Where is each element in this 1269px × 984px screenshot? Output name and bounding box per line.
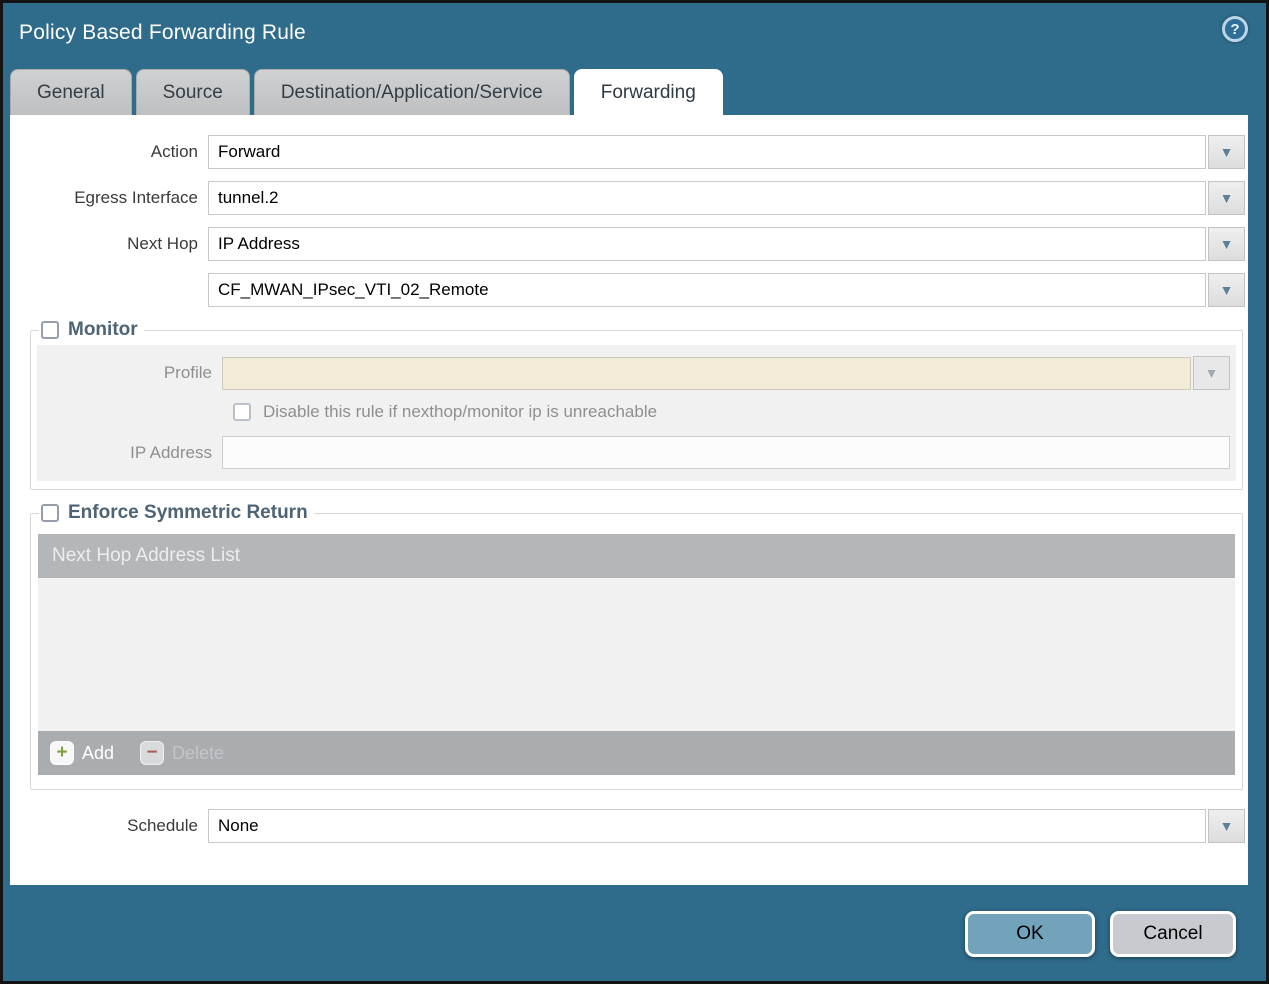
monitor-legend-label: Monitor	[68, 319, 138, 340]
enforce-symmetric-return-legend: Enforce Symmetric Return	[39, 502, 314, 524]
profile-dropdown-button: ▼	[1193, 356, 1230, 390]
monitor-ip-address-row: IP Address	[37, 436, 1230, 469]
next-hop-row: Next Hop IP Address ▼	[13, 227, 1245, 261]
action-row: Action Forward ▼	[13, 135, 1245, 169]
monitor-legend: Monitor	[39, 319, 144, 341]
add-button-label: Add	[82, 742, 115, 763]
monitor-ip-address-label: IP Address	[130, 442, 212, 462]
add-button[interactable]: + Add	[50, 741, 114, 765]
cancel-button[interactable]: Cancel	[1110, 911, 1236, 957]
disable-rule-row: Disable this rule if nexthop/monitor ip …	[233, 402, 1230, 422]
egress-interface-row: Egress Interface tunnel.2 ▼	[13, 181, 1245, 215]
action-dropdown-button[interactable]: ▼	[1208, 135, 1245, 169]
action-select[interactable]: Forward	[208, 135, 1206, 169]
tab-source[interactable]: Source	[135, 69, 250, 115]
profile-select	[222, 356, 1191, 390]
profile-label: Profile	[163, 363, 212, 382]
policy-based-forwarding-dialog: Policy Based Forwarding Rule ? General S…	[0, 0, 1269, 984]
delete-button[interactable]: − Delete	[140, 741, 224, 765]
next-hop-label: Next Hop	[127, 234, 198, 253]
action-label: Action	[150, 142, 198, 161]
minus-icon: −	[140, 741, 165, 765]
chevron-down-icon: ▼	[1219, 190, 1234, 206]
profile-row: Profile ▼	[37, 356, 1230, 390]
dialog-title: Policy Based Forwarding Rule	[19, 21, 306, 44]
title-bar: Policy Based Forwarding Rule ?	[3, 3, 1266, 68]
chevron-down-icon: ▼	[1219, 818, 1234, 834]
tab-general[interactable]: General	[10, 69, 132, 115]
next-hop-address-select[interactable]: CF_MWAN_IPsec_VTI_02_Remote	[208, 273, 1206, 307]
disable-rule-checkbox	[233, 403, 251, 421]
ok-button[interactable]: OK	[965, 911, 1095, 957]
tab-bar: General Source Destination/Application/S…	[10, 68, 1266, 115]
dialog-footer: OK Cancel	[965, 911, 1236, 957]
chevron-down-icon: ▼	[1219, 144, 1234, 160]
monitor-panel: Profile ▼ Disable this rule if nexthop/m…	[37, 345, 1236, 481]
enforce-symmetric-return-fieldset: Enforce Symmetric Return Next Hop Addres…	[30, 502, 1243, 790]
next-hop-address-dropdown-button[interactable]: ▼	[1208, 273, 1245, 307]
monitor-ip-address-input	[222, 436, 1230, 469]
schedule-combo: None ▼	[208, 809, 1245, 843]
tab-forwarding[interactable]: Forwarding	[573, 69, 723, 115]
action-combo: Forward ▼	[208, 135, 1245, 169]
forwarding-tab-panel: Action Forward ▼ Egress Interface tunnel…	[10, 115, 1248, 885]
egress-interface-label: Egress Interface	[74, 188, 198, 207]
chevron-down-icon: ▼	[1204, 365, 1219, 381]
next-hop-address-list-toolbar: + Add − Delete	[38, 731, 1235, 775]
tab-destination-application-service[interactable]: Destination/Application/Service	[253, 69, 570, 115]
schedule-label: Schedule	[127, 816, 198, 835]
plus-icon: +	[50, 741, 74, 765]
enforce-symmetric-return-label: Enforce Symmetric Return	[68, 502, 308, 523]
enforce-symmetric-return-checkbox[interactable]	[41, 504, 59, 522]
egress-interface-select[interactable]: tunnel.2	[208, 181, 1206, 215]
chevron-down-icon: ▼	[1219, 236, 1234, 252]
schedule-dropdown-button[interactable]: ▼	[1208, 809, 1245, 843]
next-hop-address-list-header: Next Hop Address List	[38, 534, 1235, 578]
egress-interface-dropdown-button[interactable]: ▼	[1208, 181, 1245, 215]
chevron-down-icon: ▼	[1219, 282, 1234, 298]
egress-interface-combo: tunnel.2 ▼	[208, 181, 1245, 215]
next-hop-address-combo: CF_MWAN_IPsec_VTI_02_Remote ▼	[208, 273, 1245, 307]
delete-button-label: Delete	[172, 742, 225, 763]
schedule-row: Schedule None ▼	[13, 809, 1245, 843]
next-hop-combo: IP Address ▼	[208, 227, 1245, 261]
next-hop-dropdown-button[interactable]: ▼	[1208, 227, 1245, 261]
next-hop-address-row: CF_MWAN_IPsec_VTI_02_Remote ▼	[13, 273, 1245, 307]
monitor-checkbox[interactable]	[41, 321, 59, 339]
next-hop-address-list-body[interactable]	[38, 578, 1235, 731]
monitor-fieldset: Monitor Profile ▼ Disable this rule if n…	[30, 319, 1243, 490]
help-icon[interactable]: ?	[1222, 16, 1248, 42]
schedule-select[interactable]: None	[208, 809, 1206, 843]
next-hop-address-list-table: Next Hop Address List + Add − Delete	[38, 534, 1235, 775]
disable-rule-label: Disable this rule if nexthop/monitor ip …	[263, 402, 658, 421]
next-hop-type-select[interactable]: IP Address	[208, 227, 1206, 261]
